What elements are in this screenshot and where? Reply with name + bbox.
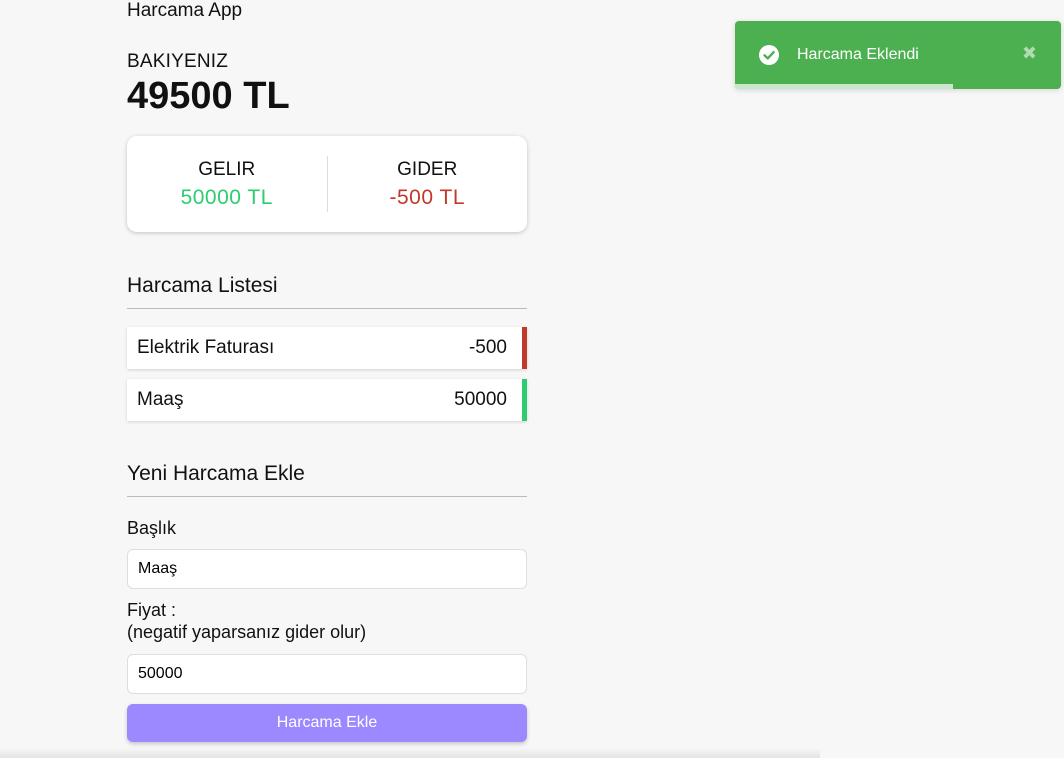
check-circle-icon xyxy=(759,45,779,65)
title-field-label: Başlık xyxy=(127,518,177,538)
income-column: GELIR 50000 TL xyxy=(127,159,327,210)
toast-message: Harcama Eklendi xyxy=(797,46,919,63)
price-field-label: Fiyat : xyxy=(127,600,177,620)
balance-value: 49500 TL xyxy=(127,75,290,117)
expense-value: -500 TL xyxy=(389,185,465,209)
app-title: Harcama App xyxy=(127,0,243,21)
price-field-hint: (negatif yaparsanız gider olur) xyxy=(127,622,367,642)
add-expense-button[interactable]: Harcama Ekle xyxy=(127,704,527,742)
list-item-amount: -500 xyxy=(468,337,507,358)
close-icon[interactable]: ✖ xyxy=(1022,43,1037,63)
toast-progress-bar xyxy=(735,84,954,89)
list-item[interactable]: Maaş 50000 xyxy=(127,379,527,421)
income-label: GELIR xyxy=(198,158,256,180)
list-item[interactable]: Elektrik Faturası -500 xyxy=(127,327,527,369)
list-item-title: Elektrik Faturası xyxy=(137,337,275,358)
income-expense-summary: GELIR 50000 TL GIDER -500 TL xyxy=(127,136,527,232)
bottom-shadow xyxy=(0,748,820,758)
expense-label: GIDER xyxy=(397,158,458,180)
title-input[interactable] xyxy=(127,549,527,589)
toast-notification[interactable]: Harcama Eklendi ✖ xyxy=(735,21,1061,89)
expense-column: GIDER -500 TL xyxy=(328,159,528,210)
balance-label: BAKIYENIZ xyxy=(127,51,229,72)
income-value: 50000 TL xyxy=(180,185,273,209)
list-item-title: Maaş xyxy=(137,389,184,410)
price-input[interactable] xyxy=(127,654,527,694)
list-section-title: Harcama Listesi xyxy=(127,274,527,309)
list-item-amount: 50000 xyxy=(454,389,507,410)
form-section-title: Yeni Harcama Ekle xyxy=(127,462,527,497)
